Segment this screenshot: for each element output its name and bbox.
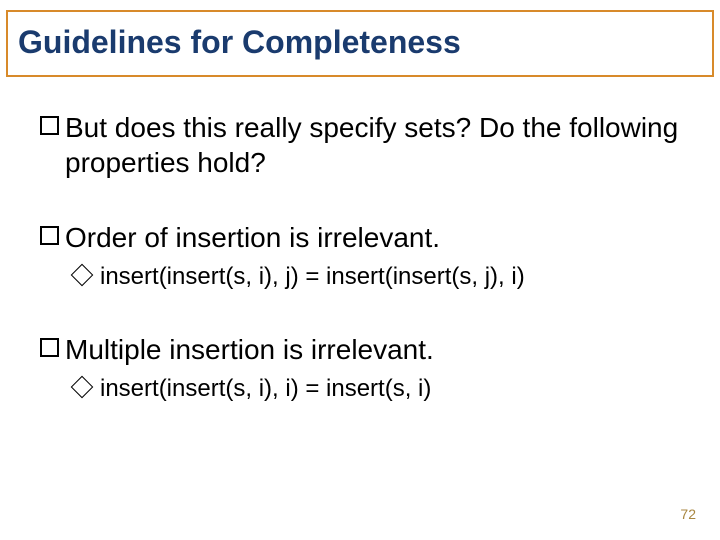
bullet-text: But does this really specify sets? Do th… [65,110,680,180]
bullet-text: Order of insertion is irrelevant. [65,220,440,255]
bullet-text: Multiple insertion is irrelevant. [65,332,434,367]
content-area: But does this really specify sets? Do th… [40,110,680,404]
sub-bullet-text: insert(insert(s, i), j) = insert(insert(… [100,261,525,292]
square-bullet-icon [40,338,59,357]
sub-bullet-item: insert(insert(s, i), i) = insert(s, i) [74,373,680,404]
square-bullet-icon [40,116,59,135]
bullet-item: Multiple insertion is irrelevant. [40,332,680,367]
bullet-item: But does this really specify sets? Do th… [40,110,680,180]
slide-title: Guidelines for Completeness [18,24,702,61]
sub-bullet-item: insert(insert(s, i), j) = insert(insert(… [74,261,680,292]
page-number: 72 [680,506,696,522]
slide: Guidelines for Completeness But does thi… [0,0,720,540]
bullet-item: Order of insertion is irrelevant. [40,220,680,255]
diamond-bullet-icon [71,376,94,399]
diamond-bullet-icon [71,264,94,287]
title-box: Guidelines for Completeness [6,10,714,77]
square-bullet-icon [40,226,59,245]
sub-bullet-text: insert(insert(s, i), i) = insert(s, i) [100,373,431,404]
